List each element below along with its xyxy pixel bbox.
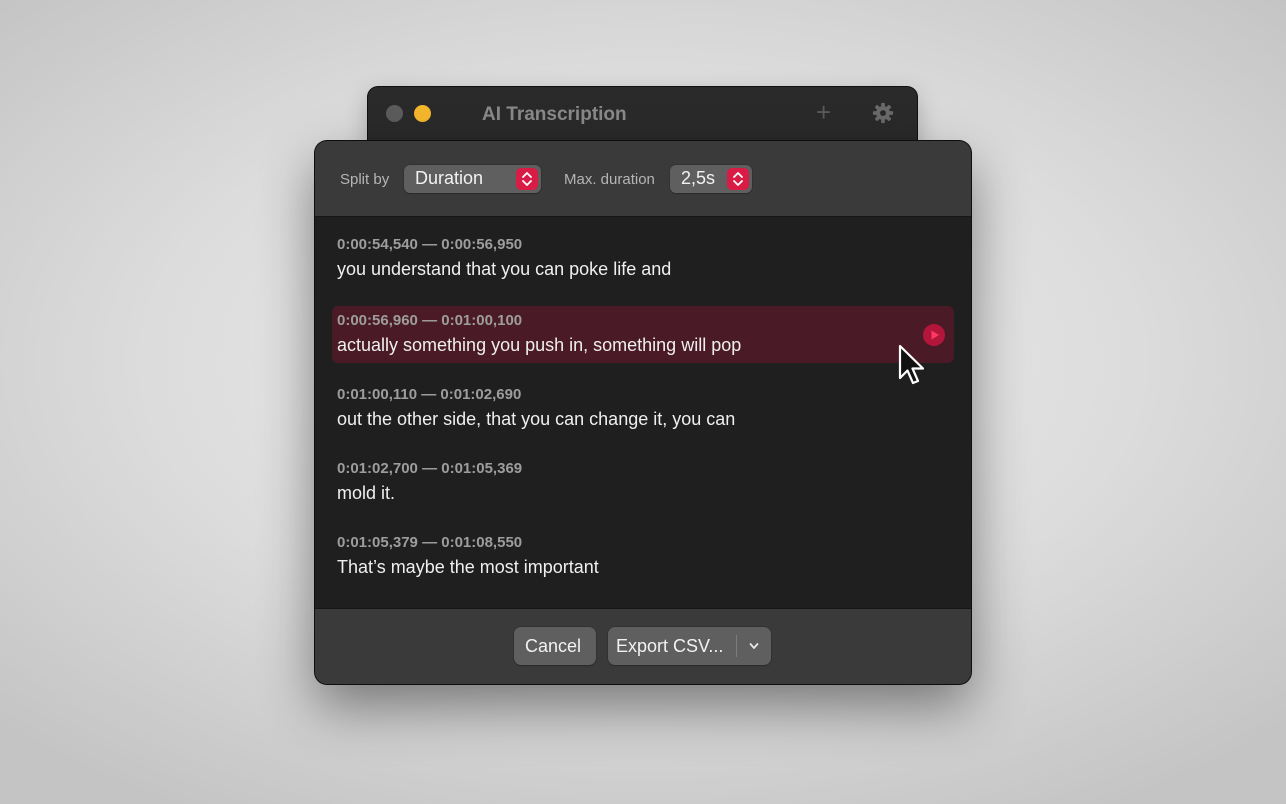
chevron-down-icon[interactable] <box>748 640 760 652</box>
gear-icon[interactable] <box>872 102 894 124</box>
segment-timestamp: 0:01:05,379 — 0:01:08,550 <box>337 534 523 551</box>
window-title: AI Transcription <box>482 104 627 125</box>
up-down-chevron-icon <box>727 168 749 190</box>
max-duration-popup[interactable]: 2,5s <box>670 165 752 193</box>
segment-timestamp: 0:00:54,540 — 0:00:56,950 <box>337 236 523 253</box>
sheet-header: Split by Duration Max. duration 2,5s <box>315 141 971 217</box>
segment-row[interactable]: 0:00:54,540 — 0:00:56,950 you understand… <box>332 230 954 287</box>
export-csv-button-label: Export CSV... <box>616 636 724 656</box>
split-by-value: Duration <box>415 168 484 188</box>
button-divider <box>736 635 737 657</box>
segment-timestamp: 0:01:00,110 — 0:01:02,690 <box>337 386 522 403</box>
max-duration-label: Max. duration <box>564 171 655 188</box>
segment-row[interactable]: 0:01:05,379 — 0:01:08,550 That’s maybe t… <box>332 528 954 585</box>
segment-timestamp: 0:01:02,700 — 0:01:05,369 <box>337 460 523 477</box>
minimize-window-button[interactable] <box>414 105 431 122</box>
segment-text: mold it. <box>337 483 396 503</box>
mouse-cursor-icon <box>898 344 925 385</box>
export-csv-button[interactable]: Export CSV... <box>608 627 771 665</box>
max-duration-value: 2,5s <box>681 168 716 188</box>
segment-row[interactable]: 0:01:02,700 — 0:01:05,369 mold it. <box>332 454 954 511</box>
close-window-button[interactable] <box>386 105 403 122</box>
segment-row[interactable]: 0:01:00,110 — 0:01:02,690 out the other … <box>332 380 954 437</box>
cancel-button[interactable]: Cancel <box>514 627 596 665</box>
split-by-popup[interactable]: Duration <box>404 165 541 193</box>
segment-row-selected[interactable]: 0:00:56,960 — 0:01:00,100 actually somet… <box>332 306 954 363</box>
segment-list[interactable]: 0:00:54,540 — 0:00:56,950 you understand… <box>315 217 971 609</box>
segment-text: actually something you push in, somethin… <box>337 335 742 355</box>
segment-text: That’s maybe the most important <box>337 557 599 577</box>
segment-timestamp: 0:00:56,960 — 0:01:00,100 <box>337 312 523 329</box>
segment-text: you understand that you can poke life an… <box>337 259 672 279</box>
cancel-button-label: Cancel <box>525 636 582 656</box>
segment-text: out the other side, that you can change … <box>337 409 736 429</box>
up-down-chevron-icon <box>516 168 538 190</box>
split-by-label: Split by <box>340 171 390 188</box>
sheet-footer: Cancel Export CSV... <box>315 608 971 684</box>
plus-icon[interactable]: + <box>816 99 831 125</box>
transcription-export-sheet: Split by Duration Max. duration 2,5s 0:0… <box>315 141 971 684</box>
